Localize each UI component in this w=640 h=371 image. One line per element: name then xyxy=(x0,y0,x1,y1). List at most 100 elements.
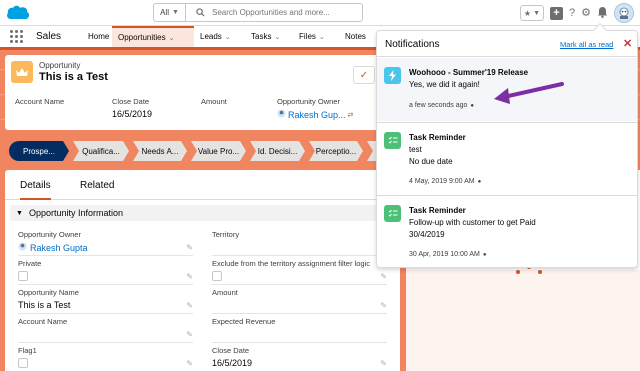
global-actions-plus-icon[interactable]: + xyxy=(550,6,563,20)
edit-pencil-icon[interactable]: ✎ xyxy=(186,301,193,310)
header-utility-icons: ★ ▼ + ? ⚙ xyxy=(519,3,634,23)
path-stage-id-decision-makers[interactable]: Id. Decisi... xyxy=(250,141,305,161)
tab-details[interactable]: Details xyxy=(20,180,51,200)
field-label: Account Name xyxy=(18,317,68,326)
path-stage-value-proposition[interactable]: Value Pro... xyxy=(191,141,246,161)
edit-pencil-icon[interactable]: ✎ xyxy=(186,330,193,339)
flag1-checkbox[interactable] xyxy=(18,358,28,368)
bell-icon[interactable] xyxy=(597,6,608,20)
change-owner-icon[interactable]: ⇄ xyxy=(348,111,354,119)
chevron-down-icon[interactable]: ⌄ xyxy=(274,33,280,41)
notification-title: Task Reminder xyxy=(409,133,466,142)
chevron-down-icon[interactable]: ⌄ xyxy=(225,33,231,41)
highlight-account-name: Account Name xyxy=(15,97,64,109)
unread-dot-icon: ● xyxy=(482,251,487,258)
nav-item-leads[interactable]: Leads ⌄ xyxy=(194,26,245,47)
path-stage-qualification[interactable]: Qualifica... xyxy=(73,141,129,161)
field-opportunity-name: Opportunity Name This is a Test ✎ xyxy=(18,288,193,314)
highlight-label: Opportunity Owner xyxy=(277,97,340,106)
unread-dot-icon: ● xyxy=(477,178,482,185)
field-close-date: Close Date 16/5/2019 ✎ xyxy=(212,346,387,371)
notification-item[interactable]: Task Reminder Follow-up with customer to… xyxy=(377,195,637,268)
nav-item-tasks[interactable]: Tasks ⌄ xyxy=(245,26,293,47)
field-label: Territory xyxy=(212,230,240,239)
field-label: Amount xyxy=(212,288,238,297)
owner-name: Rakesh Gup... xyxy=(288,109,346,120)
highlight-value: 16/5/2019 xyxy=(112,109,153,119)
highlight-label: Account Name xyxy=(15,97,65,106)
field-opportunity-owner: Opportunity Owner Rakesh Gupta ✎ xyxy=(18,230,193,256)
notification-message: Follow-up with customer to get Paid xyxy=(409,218,536,227)
search-scope-label: All xyxy=(160,8,169,17)
field-label: Close Date xyxy=(212,346,250,355)
time-text: 30 Apr, 2019 10:00 AM xyxy=(409,251,480,258)
field-flag1: Flag1 ✎ xyxy=(18,346,193,371)
chevron-down-icon: ▼ xyxy=(16,209,23,217)
record-type-label: Opportunity xyxy=(39,61,81,70)
nav-item-label: Opportunities xyxy=(118,33,166,42)
help-icon[interactable]: ? xyxy=(569,6,575,20)
field-private: Private ✎ xyxy=(18,259,193,285)
notification-time: 30 Apr, 2019 10:00 AM ● xyxy=(409,251,486,258)
notifications-header: Notifications Mark all as read ✕ xyxy=(377,31,637,57)
highlight-opportunity-owner: Opportunity Owner Rakesh Gup... ⇄ xyxy=(277,97,353,120)
path-stage-prospecting[interactable]: Prospe... xyxy=(9,141,69,161)
search-input[interactable] xyxy=(212,8,362,17)
close-icon[interactable]: ✕ xyxy=(623,37,632,50)
field-label: Opportunity Owner xyxy=(18,230,81,239)
field-exclude-territory: Exclude from the territory assignment fi… xyxy=(212,259,387,285)
notification-title: Task Reminder xyxy=(409,206,466,215)
notifications-panel: Notifications Mark all as read ✕ Woohooo… xyxy=(376,22,638,268)
exclude-territory-checkbox[interactable] xyxy=(212,271,222,281)
section-header-opportunity-information[interactable]: ▼ Opportunity Information xyxy=(10,205,395,221)
follow-button[interactable]: ✓ xyxy=(353,66,375,84)
record-tabs: Details Related xyxy=(5,170,400,200)
edit-pencil-icon[interactable]: ✎ xyxy=(380,301,387,310)
field-label: Expected Revenue xyxy=(212,317,276,326)
avatar[interactable] xyxy=(614,3,634,23)
salesforce-cloud-logo[interactable] xyxy=(5,4,31,22)
nav-item-opportunities[interactable]: Opportunities ⌄ xyxy=(112,26,194,47)
record-title: This is a Test xyxy=(39,71,108,83)
app-name: Sales xyxy=(36,31,62,42)
field-value: Rakesh Gupta xyxy=(30,242,88,253)
opportunity-crown-icon xyxy=(11,61,33,83)
edit-pencil-icon[interactable]: ✎ xyxy=(186,359,193,368)
nav-item-home[interactable]: Home xyxy=(82,26,112,47)
field-account-name: Account Name ✎ xyxy=(18,317,193,343)
path-stage-perception-analysis[interactable]: Perceptio... xyxy=(309,141,363,161)
nav-item-notes[interactable]: Notes xyxy=(339,26,379,47)
nav-item-files[interactable]: Files ⌄ xyxy=(293,26,339,47)
time-text: a few seconds ago xyxy=(409,102,468,109)
star-icon[interactable]: ★ xyxy=(524,9,531,18)
user-avatar-icon xyxy=(277,109,286,120)
global-search[interactable]: All ▼ xyxy=(153,3,363,22)
owner-link[interactable]: Rakesh Gupta xyxy=(18,242,193,253)
edit-pencil-icon[interactable]: ✎ xyxy=(380,272,387,281)
private-checkbox[interactable] xyxy=(18,271,28,281)
mark-all-read-link[interactable]: Mark all as read xyxy=(560,40,613,49)
field-territory: Territory xyxy=(212,230,387,256)
chevron-down-icon[interactable]: ⌄ xyxy=(319,33,325,41)
notification-item[interactable]: Task Reminder test No due date 4 May, 20… xyxy=(377,122,637,195)
search-scope-dropdown[interactable]: All ▼ xyxy=(154,4,186,21)
section-title: Opportunity Information xyxy=(28,208,123,218)
unread-dot-icon: ● xyxy=(470,102,474,109)
owner-link[interactable]: Rakesh Gup... ⇄ xyxy=(277,109,353,120)
path-stage-needs-analysis[interactable]: Needs A... xyxy=(133,141,187,161)
edit-pencil-icon[interactable]: ✎ xyxy=(380,359,387,368)
lightning-icon xyxy=(384,67,401,84)
gear-icon[interactable]: ⚙ xyxy=(581,6,591,20)
chevron-down-icon: ▼ xyxy=(171,9,179,16)
chevron-down-icon[interactable]: ▼ xyxy=(533,10,540,17)
edit-pencil-icon[interactable]: ✎ xyxy=(186,243,193,252)
chevron-down-icon[interactable]: ⌄ xyxy=(169,34,175,42)
notification-message: test xyxy=(409,145,422,154)
opportunity-stage-path: Prospe... Qualifica... Needs A... Value … xyxy=(9,141,411,161)
tab-related[interactable]: Related xyxy=(80,180,114,191)
highlight-label: Close Date xyxy=(112,97,150,106)
time-text: 4 May, 2019 9:00 AM xyxy=(409,178,475,185)
app-launcher-icon[interactable] xyxy=(10,29,24,44)
edit-pencil-icon[interactable]: ✎ xyxy=(186,272,193,281)
favorites-button[interactable]: ★ ▼ xyxy=(519,5,544,21)
